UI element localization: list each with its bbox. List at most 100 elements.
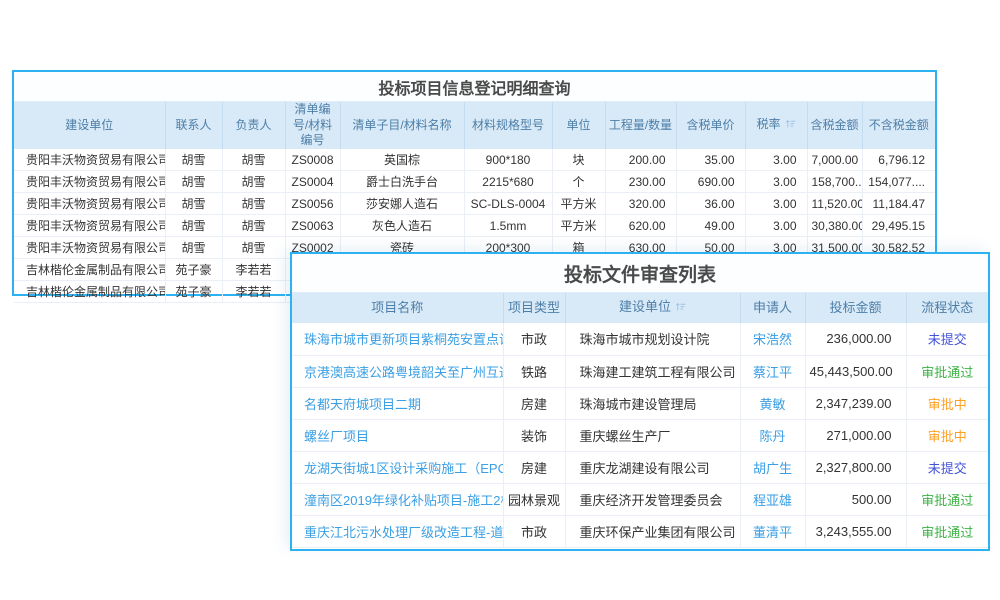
review-cell-ramount: 2,347,239.00 bbox=[805, 387, 906, 419]
detail-cell-qty: 200.00 bbox=[605, 149, 676, 171]
detail-cell-mat: 灰色人造石 bbox=[340, 215, 464, 237]
detail-header-amount: 含税金额 bbox=[807, 102, 862, 149]
review-cell-type: 装饰 bbox=[503, 419, 565, 451]
table-row: 螺丝厂项目装饰重庆螺丝生产厂陈丹271,000.00审批中 bbox=[292, 419, 988, 451]
review-cell-status: 审批中 bbox=[906, 419, 988, 451]
detail-cell-unit: 平方米 bbox=[552, 215, 605, 237]
detail-cell-code: ZS0008 bbox=[285, 149, 340, 171]
review-cell-rorg: 重庆环保产业集团有限公司 bbox=[565, 515, 740, 547]
detail-cell-contact: 苑子豪 bbox=[165, 259, 222, 281]
detail-cell-org: 贵阳丰沃物资贸易有限公司 bbox=[14, 149, 165, 171]
detail-cell-price: 49.00 bbox=[676, 215, 745, 237]
review-cell-project[interactable]: 珠海市城市更新项目紫桐苑安置点设计... bbox=[292, 323, 503, 355]
table-row: 重庆江北污水处理厂级改造工程-道路...市政重庆环保产业集团有限公司董清平3,2… bbox=[292, 515, 988, 547]
detail-cell-contact: 胡雪 bbox=[165, 149, 222, 171]
detail-cell-tax: 3.00 bbox=[745, 215, 807, 237]
review-cell-type: 市政 bbox=[503, 323, 565, 355]
review-cell-type: 房建 bbox=[503, 451, 565, 483]
review-cell-project[interactable]: 名都天府城项目二期 bbox=[292, 387, 503, 419]
review-cell-ramount: 3,243,555.00 bbox=[805, 515, 906, 547]
review-cell-status: 审批通过 bbox=[906, 515, 988, 547]
detail-header-amount-ex: 不含税金额 bbox=[862, 102, 935, 149]
review-cell-applicant[interactable]: 程亚雄 bbox=[740, 483, 805, 515]
review-cell-rorg: 珠海城市建设管理局 bbox=[565, 387, 740, 419]
detail-cell-org: 贵阳丰沃物资贸易有限公司 bbox=[14, 193, 165, 215]
detail-cell-contact: 胡雪 bbox=[165, 193, 222, 215]
detail-cell-org: 吉林楷伦金属制品有限公司 bbox=[14, 281, 165, 303]
review-cell-applicant[interactable]: 宋浩然 bbox=[740, 323, 805, 355]
detail-header-tax-sort[interactable]: 税率 bbox=[745, 102, 807, 149]
sort-icon[interactable] bbox=[785, 118, 796, 134]
detail-cell-org: 贵阳丰沃物资贸易有限公司 bbox=[14, 215, 165, 237]
detail-cell-qty: 320.00 bbox=[605, 193, 676, 215]
detail-cell-amount: 158,700... bbox=[807, 171, 862, 193]
review-cell-status: 未提交 bbox=[906, 451, 988, 483]
detail-cell-spec: 2215*680 bbox=[464, 171, 552, 193]
review-cell-applicant[interactable]: 蔡江平 bbox=[740, 355, 805, 387]
review-cell-status: 审批通过 bbox=[906, 483, 988, 515]
sort-icon[interactable] bbox=[675, 300, 686, 317]
review-list-panel: 投标文件审查列表 项目名称 项目类型 建设单位 申请人 投标金额 流程状态 珠海… bbox=[290, 252, 990, 551]
detail-header-qty: 工程量/数量 bbox=[605, 102, 676, 149]
review-cell-project[interactable]: 螺丝厂项目 bbox=[292, 419, 503, 451]
detail-cell-contact: 胡雪 bbox=[165, 215, 222, 237]
detail-cell-amount: 30,380.00 bbox=[807, 215, 862, 237]
detail-cell-spec: 900*180 bbox=[464, 149, 552, 171]
review-cell-status: 审批通过 bbox=[906, 355, 988, 387]
detail-cell-amount: 11,520.00 bbox=[807, 193, 862, 215]
detail-cell-price: 690.00 bbox=[676, 171, 745, 193]
review-cell-applicant[interactable]: 陈丹 bbox=[740, 419, 805, 451]
review-header-project: 项目名称 bbox=[292, 293, 503, 323]
review-header-amount: 投标金额 bbox=[805, 293, 906, 323]
review-header-row: 项目名称 项目类型 建设单位 申请人 投标金额 流程状态 bbox=[292, 293, 988, 323]
review-header-applicant: 申请人 bbox=[740, 293, 805, 323]
detail-cell-qty: 620.00 bbox=[605, 215, 676, 237]
review-header-org-sort[interactable]: 建设单位 bbox=[565, 293, 740, 323]
detail-header-org: 建设单位 bbox=[14, 102, 165, 149]
detail-cell-unit: 个 bbox=[552, 171, 605, 193]
review-cell-rorg: 重庆螺丝生产厂 bbox=[565, 419, 740, 451]
review-cell-ramount: 271,000.00 bbox=[805, 419, 906, 451]
review-cell-applicant[interactable]: 黄敏 bbox=[740, 387, 805, 419]
review-cell-type: 园林景观 bbox=[503, 483, 565, 515]
review-cell-applicant[interactable]: 董清平 bbox=[740, 515, 805, 547]
table-row: 珠海市城市更新项目紫桐苑安置点设计...市政珠海市城市规划设计院宋浩然236,0… bbox=[292, 323, 988, 355]
table-row: 贵阳丰沃物资贸易有限公司胡雪胡雪ZS0063灰色人造石1.5mm平方米620.0… bbox=[14, 215, 935, 237]
detail-cell-tax: 3.00 bbox=[745, 193, 807, 215]
review-cell-rorg: 重庆龙湖建设有限公司 bbox=[565, 451, 740, 483]
detail-cell-amount: 7,000.00 bbox=[807, 149, 862, 171]
review-cell-applicant[interactable]: 胡广生 bbox=[740, 451, 805, 483]
detail-header-spec: 材料规格型号 bbox=[464, 102, 552, 149]
detail-cell-mat: 莎安娜人造石 bbox=[340, 193, 464, 215]
review-header-type: 项目类型 bbox=[503, 293, 565, 323]
review-cell-project[interactable]: 潼南区2019年绿化补贴项目-施工2标段 bbox=[292, 483, 503, 515]
detail-cell-amount_ex: 6,796.12 bbox=[862, 149, 935, 171]
review-table-body: 珠海市城市更新项目紫桐苑安置点设计...市政珠海市城市规划设计院宋浩然236,0… bbox=[292, 323, 988, 547]
detail-cell-unit: 块 bbox=[552, 149, 605, 171]
table-row: 贵阳丰沃物资贸易有限公司胡雪胡雪ZS0056莎安娜人造石SC-DLS-0004平… bbox=[14, 193, 935, 215]
detail-cell-org: 贵阳丰沃物资贸易有限公司 bbox=[14, 237, 165, 259]
review-header-status: 流程状态 bbox=[906, 293, 988, 323]
review-cell-type: 铁路 bbox=[503, 355, 565, 387]
detail-cell-amount_ex: 154,077.... bbox=[862, 171, 935, 193]
table-row: 京港澳高速公路粤境韶关至广州互通路...铁路珠海建工建筑工程有限公司蔡江平45,… bbox=[292, 355, 988, 387]
review-cell-project[interactable]: 京港澳高速公路粤境韶关至广州互通路... bbox=[292, 355, 503, 387]
detail-header-price: 含税单价 bbox=[676, 102, 745, 149]
detail-cell-contact: 苑子豪 bbox=[165, 281, 222, 303]
detail-cell-owner: 胡雪 bbox=[222, 215, 285, 237]
review-cell-project[interactable]: 龙湖天街城1区设计采购施工（EPC）... bbox=[292, 451, 503, 483]
review-cell-rorg: 重庆经济开发管理委员会 bbox=[565, 483, 740, 515]
detail-cell-contact: 胡雪 bbox=[165, 171, 222, 193]
review-cell-type: 市政 bbox=[503, 515, 565, 547]
detail-cell-code: ZS0056 bbox=[285, 193, 340, 215]
detail-cell-owner: 胡雪 bbox=[222, 193, 285, 215]
table-row: 名都天府城项目二期房建珠海城市建设管理局黄敏2,347,239.00审批中 bbox=[292, 387, 988, 419]
detail-cell-code: ZS0063 bbox=[285, 215, 340, 237]
detail-cell-spec: SC-DLS-0004 bbox=[464, 193, 552, 215]
detail-cell-amount_ex: 29,495.15 bbox=[862, 215, 935, 237]
detail-header-material: 清单子目/材料名称 bbox=[340, 102, 464, 149]
detail-cell-unit: 平方米 bbox=[552, 193, 605, 215]
page: 投标项目信息登记明细查询 建设单位 联系人 负责人 清单编号/材料编号 清单子目… bbox=[0, 0, 1000, 600]
review-cell-project[interactable]: 重庆江北污水处理厂级改造工程-道路... bbox=[292, 515, 503, 547]
table-row: 潼南区2019年绿化补贴项目-施工2标段园林景观重庆经济开发管理委员会程亚雄50… bbox=[292, 483, 988, 515]
